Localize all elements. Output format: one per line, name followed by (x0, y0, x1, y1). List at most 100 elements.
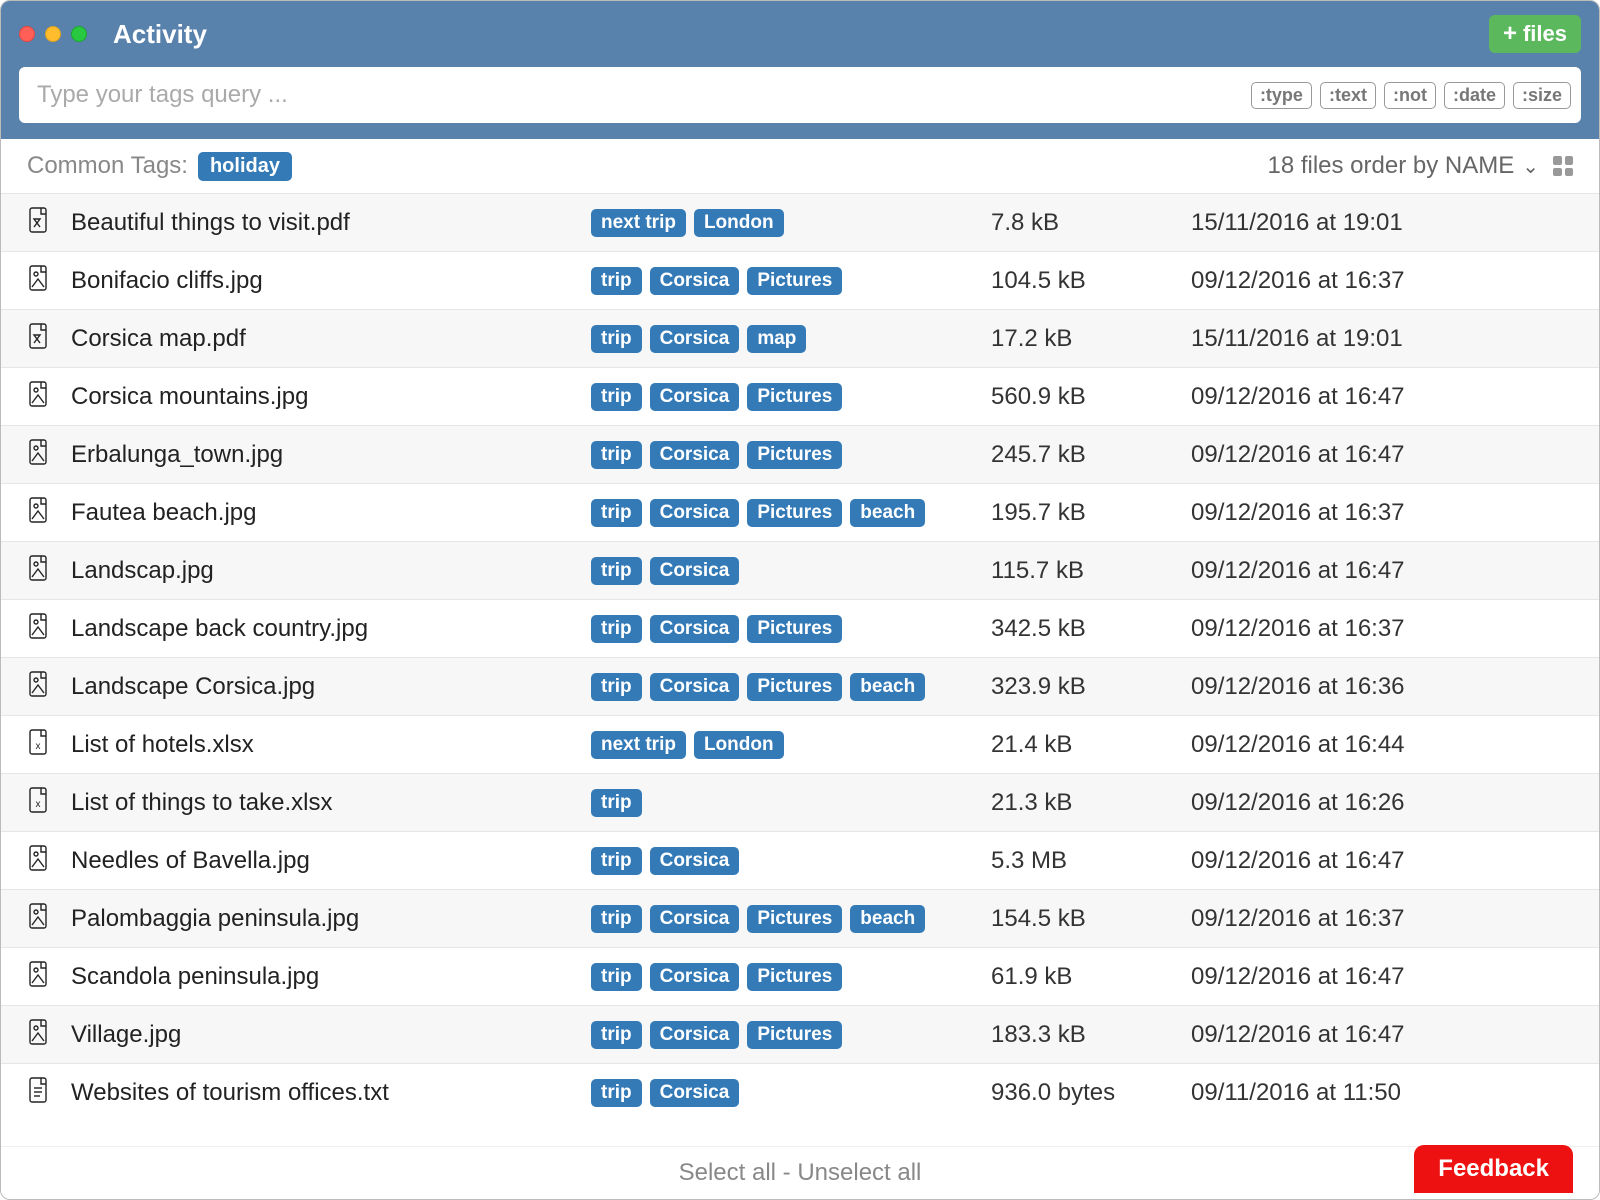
image-file-icon (27, 845, 71, 877)
file-tag-chip[interactable]: London (694, 731, 784, 759)
file-row[interactable]: Scandola peninsula.jpgtrip CorsicaPicture… (1, 947, 1599, 1005)
file-tags: trip CorsicaPictures (591, 267, 991, 295)
file-tag-chip[interactable]: Corsica (650, 557, 740, 585)
file-row[interactable]: Corsica mountains.jpgtripCorsicaPictures… (1, 367, 1599, 425)
file-tag-chip[interactable]: Corsica (650, 615, 740, 643)
footer-bar: Select all - Unselect all Feedback (1, 1146, 1599, 1199)
file-tag-chip[interactable]: Corsica (650, 847, 740, 875)
file-size: 342.5 kB (991, 615, 1191, 643)
file-tag-chip[interactable]: beach (850, 905, 925, 933)
order-by-text: 18 files order by NAME (1267, 152, 1514, 180)
close-window-icon[interactable] (19, 26, 35, 42)
file-tag-chip[interactable]: trip (591, 499, 642, 527)
file-size: 183.3 kB (991, 1021, 1191, 1049)
file-name: Scandola peninsula.jpg (71, 963, 591, 991)
file-date: 09/12/2016 at 16:47 (1191, 847, 1573, 875)
file-tag-chip[interactable]: trip (591, 673, 642, 701)
file-row[interactable]: Palombaggia peninsula.jpgtripCorsicaPict… (1, 889, 1599, 947)
file-tag-chip[interactable]: Pictures (747, 673, 842, 701)
file-tag-chip[interactable]: Corsica (650, 905, 740, 933)
file-tag-chip[interactable]: trip (591, 1079, 642, 1107)
search-hint-chip[interactable]: :size (1513, 82, 1571, 109)
txt-file-icon (27, 1077, 71, 1109)
file-row[interactable]: Landscape back country.jpgtripCorsicaPic… (1, 599, 1599, 657)
file-tags: trip CorsicaPictures beach (591, 499, 991, 527)
file-row[interactable]: xList of things to take.xlsxtrip21.3 kB0… (1, 773, 1599, 831)
file-tag-chip[interactable]: Corsica (650, 441, 740, 469)
file-tag-chip[interactable]: beach (850, 673, 925, 701)
file-tag-chip[interactable]: Corsica (650, 963, 740, 991)
file-row[interactable]: Fautea beach.jpgtrip CorsicaPictures beach… (1, 483, 1599, 541)
file-tag-chip[interactable]: map (747, 325, 806, 353)
file-tag-chip[interactable]: Corsica (650, 267, 740, 295)
file-row[interactable]: Erbalunga_town.jpgtripCorsicaPictures245… (1, 425, 1599, 483)
add-files-button[interactable]: + files (1489, 15, 1581, 53)
file-row[interactable]: Village.jpgtripCorsicaPictures183.3 kB09… (1, 1005, 1599, 1063)
common-tag-chip[interactable]: holiday (198, 152, 292, 181)
file-tag-chip[interactable]: Corsica (650, 673, 740, 701)
file-row[interactable]: xList of hotels.xlsxnext tripLondon21.4 … (1, 715, 1599, 773)
search-hint-chip[interactable]: :not (1384, 82, 1436, 109)
file-tag-chip[interactable]: trip (591, 905, 642, 933)
file-tag-chip[interactable]: Pictures (747, 615, 842, 643)
file-tag-chip[interactable]: London (694, 209, 784, 237)
file-tags: trip Corsicamap (591, 325, 991, 353)
tags-search-input[interactable] (29, 75, 1251, 115)
file-size: 115.7 kB (991, 557, 1191, 585)
search-hint-chip[interactable]: :text (1320, 82, 1376, 109)
file-tag-chip[interactable]: Pictures (747, 267, 842, 295)
file-name: Beautiful things to visit.pdf (71, 209, 591, 237)
file-tag-chip[interactable]: Corsica (650, 325, 740, 353)
file-tag-chip[interactable]: trip (591, 557, 642, 585)
xlsx-file-icon: x (27, 729, 71, 761)
file-tag-chip[interactable]: Pictures (747, 383, 842, 411)
file-size: 104.5 kB (991, 267, 1191, 295)
image-file-icon (27, 1019, 71, 1051)
maximize-window-icon[interactable] (71, 26, 87, 42)
minimize-window-icon[interactable] (45, 26, 61, 42)
file-tag-chip[interactable]: Corsica (650, 499, 740, 527)
file-tag-chip[interactable]: Corsica (650, 383, 740, 411)
file-tags: next trip London (591, 731, 991, 759)
file-row[interactable]: Landscap.jpgtripCorsica115.7 kB09/12/201… (1, 541, 1599, 599)
feedback-button[interactable]: Feedback (1414, 1145, 1573, 1193)
file-tag-chip[interactable]: trip (591, 383, 642, 411)
file-tag-chip[interactable]: Pictures (747, 905, 842, 933)
file-tag-chip[interactable]: Corsica (650, 1021, 740, 1049)
file-row[interactable]: Landscape Corsica.jpgtripCorsicaPictures… (1, 657, 1599, 715)
file-tag-chip[interactable]: trip (591, 325, 642, 353)
file-tag-chip[interactable]: Pictures (747, 963, 842, 991)
file-tag-chip[interactable]: next trip (591, 731, 686, 759)
file-tag-chip[interactable]: trip (591, 615, 642, 643)
file-date: 09/12/2016 at 16:26 (1191, 789, 1573, 817)
file-tags: trip Corsica (591, 1079, 991, 1107)
file-tag-chip[interactable]: trip (591, 1021, 642, 1049)
file-tag-chip[interactable]: beach (850, 499, 925, 527)
file-tag-chip[interactable]: trip (591, 441, 642, 469)
search-hint-chip[interactable]: :type (1251, 82, 1312, 109)
search-hint-chip[interactable]: :date (1444, 82, 1505, 109)
file-row[interactable]: Bonifacio cliffs.jpgtripCorsicaPictures1… (1, 251, 1599, 309)
file-tag-chip[interactable]: Pictures (747, 1021, 842, 1049)
file-tag-chip[interactable]: Pictures (747, 499, 842, 527)
file-tag-chip[interactable]: Corsica (650, 1079, 740, 1107)
file-tag-chip[interactable]: trip (591, 789, 642, 817)
file-row[interactable]: Beautiful things to visit.pdfnext trip Lo… (1, 193, 1599, 251)
file-name: Fautea beach.jpg (71, 499, 591, 527)
file-tag-chip[interactable]: trip (591, 847, 642, 875)
file-tag-chip[interactable]: next trip (591, 209, 686, 237)
file-row[interactable]: Websites of tourism offices.txttripCorsi… (1, 1063, 1599, 1121)
order-by-control[interactable]: 18 files order by NAME ⌄ (1267, 152, 1573, 180)
select-all-link[interactable]: Select all (679, 1159, 776, 1186)
image-file-icon (27, 961, 71, 993)
file-tag-chip[interactable]: trip (591, 267, 642, 295)
file-row[interactable]: Needles of Bavella.jpgtripCorsica5.3 MB0… (1, 831, 1599, 889)
file-tags: trip Corsica (591, 847, 991, 875)
unselect-all-link[interactable]: Unselect all (797, 1159, 921, 1186)
file-row[interactable]: Corsica map.pdftripCorsicamap17.2 kB15/1… (1, 309, 1599, 367)
file-list[interactable]: Beautiful things to visit.pdfnext tripLo… (1, 193, 1599, 1146)
file-tag-chip[interactable]: trip (591, 963, 642, 991)
grid-view-icon[interactable] (1553, 156, 1573, 176)
app-window: Activity + files :type:text:not:date:siz… (0, 0, 1600, 1200)
file-tag-chip[interactable]: Pictures (747, 441, 842, 469)
